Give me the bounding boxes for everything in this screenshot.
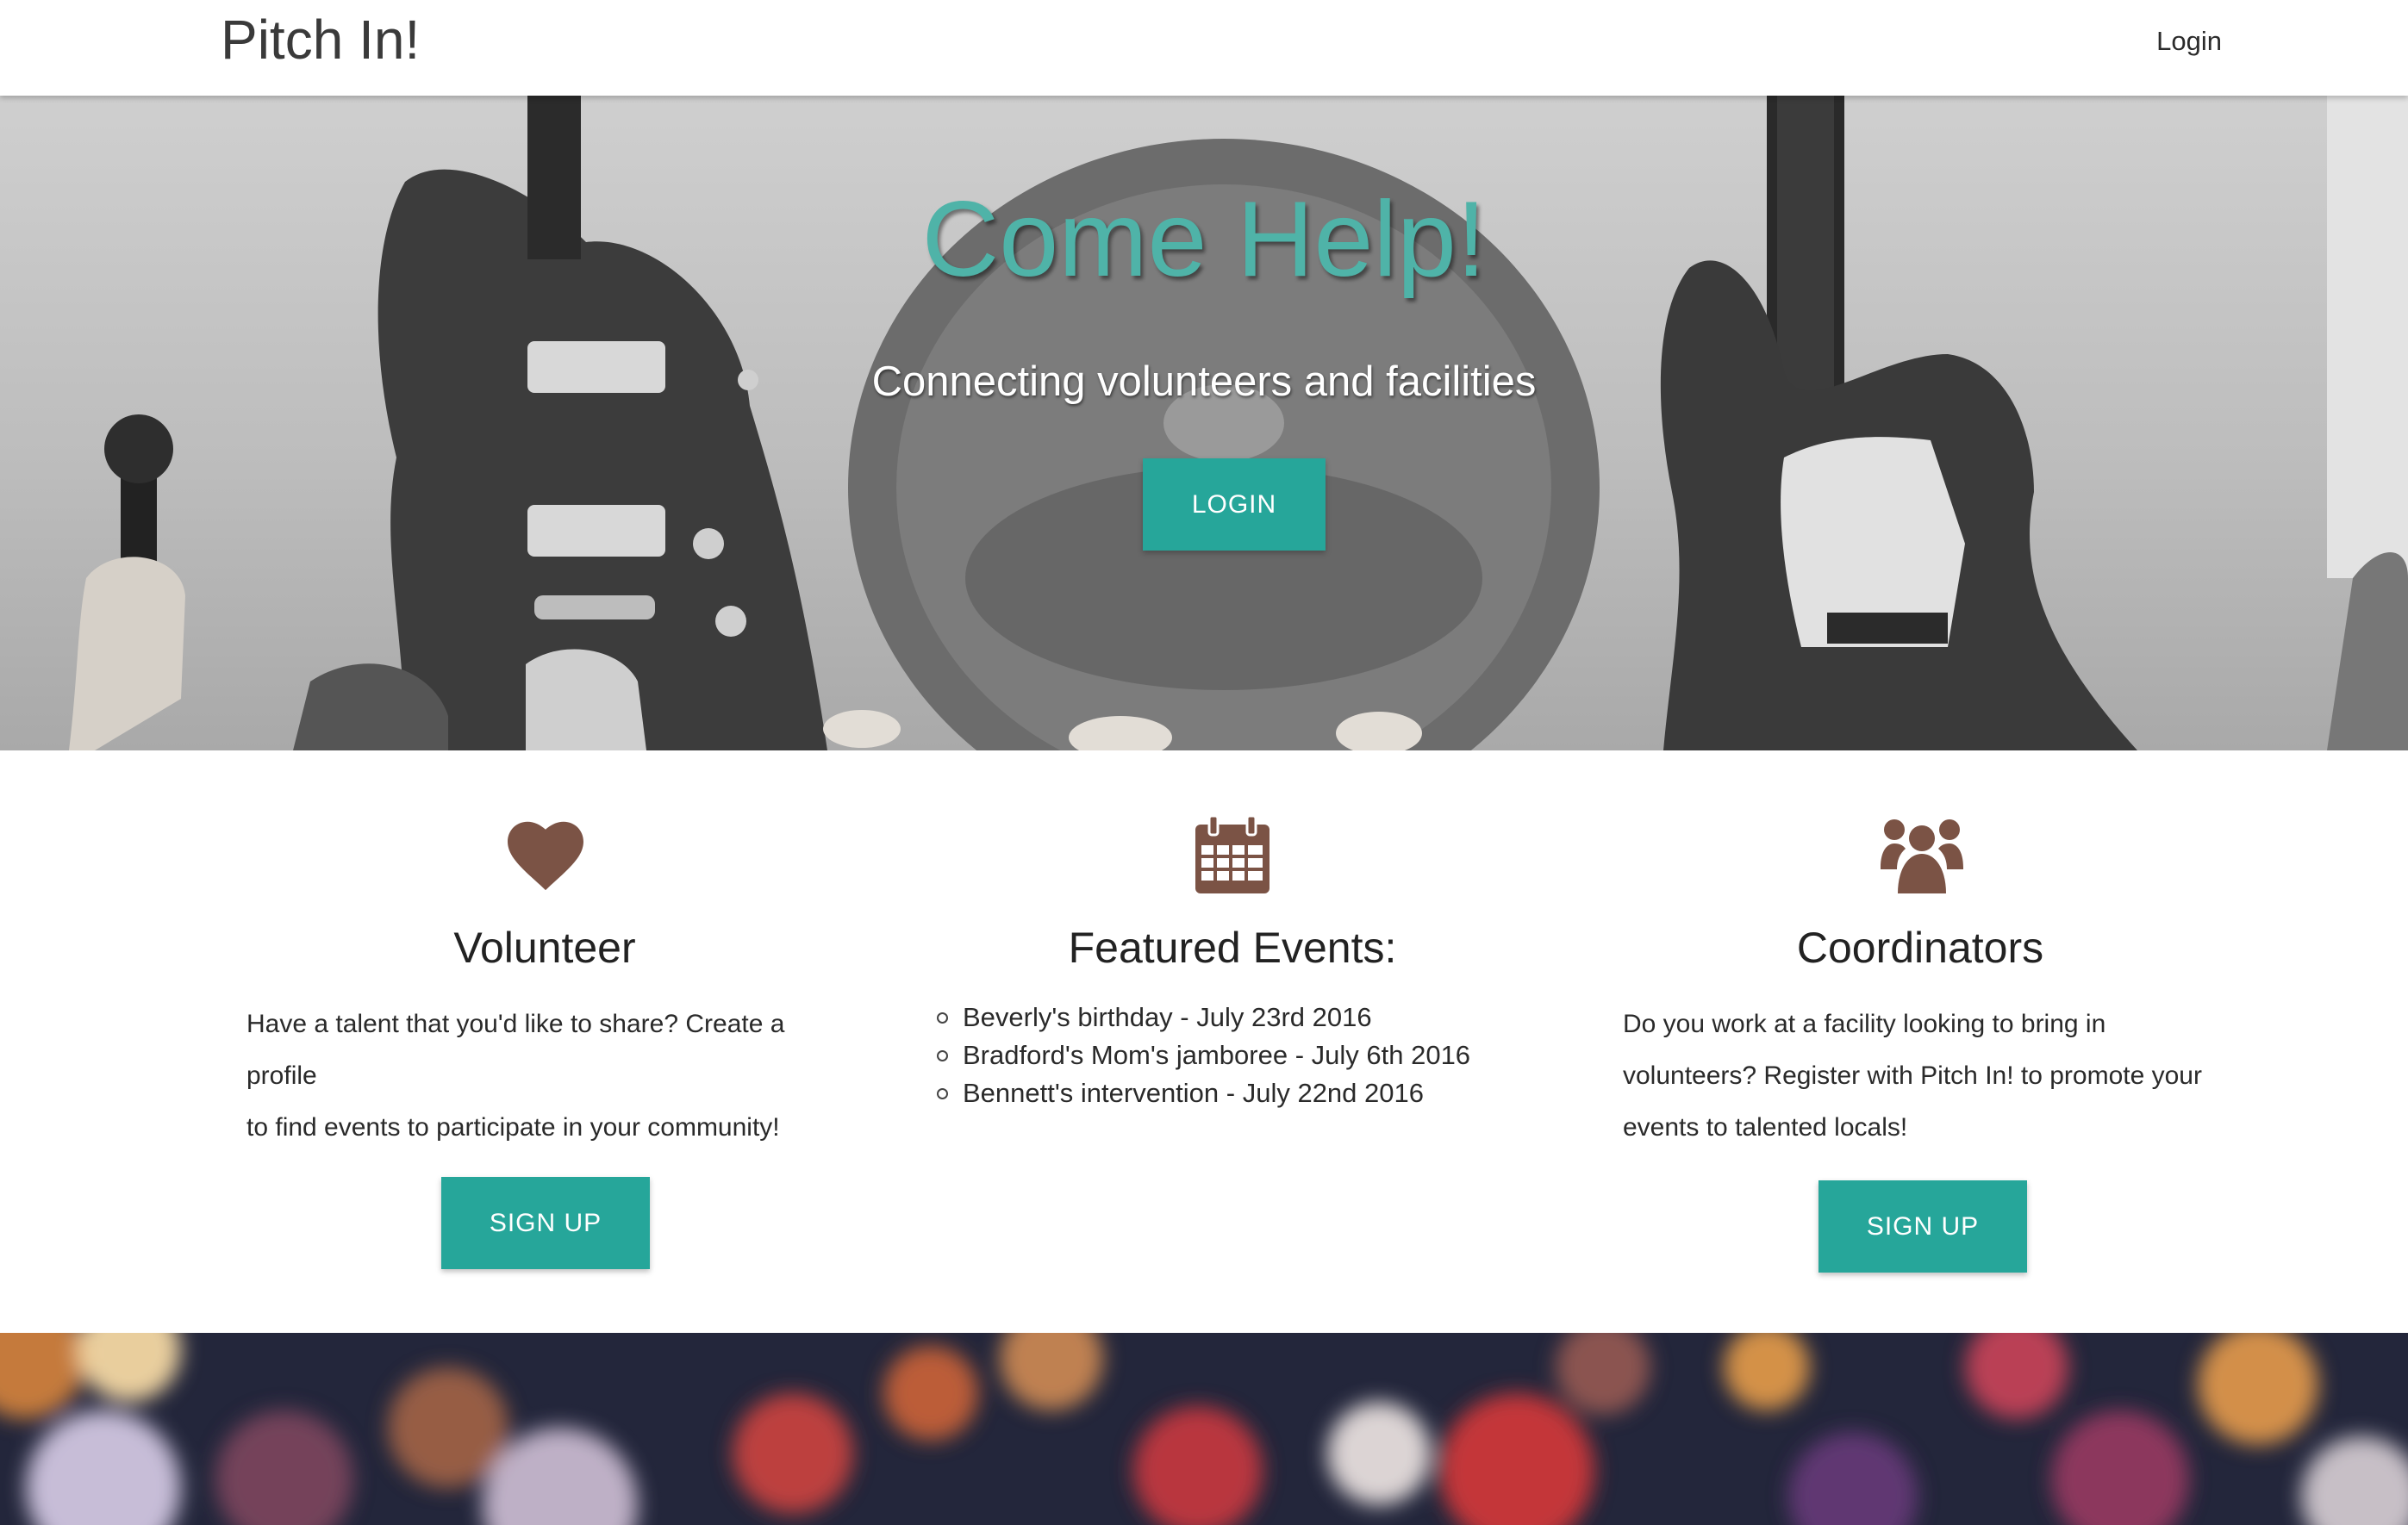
hero-banner: Come Help! Connecting volunteers and fac… (0, 96, 2408, 750)
coordinators-text-line-2: volunteers? Register with Pitch In! to p… (1623, 1061, 2202, 1090)
coordinators-section: Coordinators Do you work at a facility l… (1596, 750, 2244, 1333)
volunteer-signup-button[interactable]: SIGN UP (441, 1177, 650, 1269)
bokeh-background-image (0, 1333, 2408, 1525)
coordinators-description: Do you work at a facility looking to bri… (1623, 999, 2235, 1154)
bottom-bokeh-banner (0, 1333, 2408, 1525)
hero-login-button[interactable]: LOGIN (1143, 458, 1326, 551)
heart-icon (508, 821, 583, 891)
hero-subtitle: Connecting volunteers and facilities (871, 358, 1537, 405)
brand-logo[interactable]: Pitch In! (221, 5, 420, 74)
top-navbar: Pitch In! Login (0, 0, 2408, 96)
calendar-icon (1195, 816, 1270, 893)
volunteer-text-line-1: Have a talent that you'd like to share? … (246, 1010, 785, 1090)
volunteer-description: Have a talent that you'd like to share? … (246, 999, 858, 1154)
featured-events-title: Featured Events: (1068, 924, 1397, 972)
event-item: Bradford's Mom's jamboree - July 6th 201… (936, 1036, 1470, 1074)
featured-events-list: Beverly's birthday - July 23rd 2016 Brad… (935, 999, 1470, 1112)
coordinators-title: Coordinators (1796, 924, 2044, 972)
coordinators-text-line-1: Do you work at a facility looking to bri… (1623, 1010, 2106, 1038)
event-item: Bennett's intervention - July 22nd 2016 (936, 1074, 1470, 1112)
group-icon (1881, 819, 1963, 893)
event-item: Beverly's birthday - July 23rd 2016 (936, 999, 1470, 1036)
volunteer-text-line-2: to find events to participate in your co… (246, 1113, 780, 1142)
coordinators-signup-button[interactable]: SIGN UP (1818, 1180, 2027, 1273)
hero-title: Come Help! (921, 180, 1487, 299)
volunteer-title: Volunteer (453, 924, 636, 972)
coordinators-text-line-3: events to talented locals! (1623, 1113, 1908, 1142)
volunteer-section: Volunteer Have a talent that you'd like … (221, 750, 869, 1333)
nav-login-link[interactable]: Login (2156, 22, 2222, 61)
featured-events-section: Featured Events: Beverly's birthday - Ju… (896, 750, 1569, 1333)
